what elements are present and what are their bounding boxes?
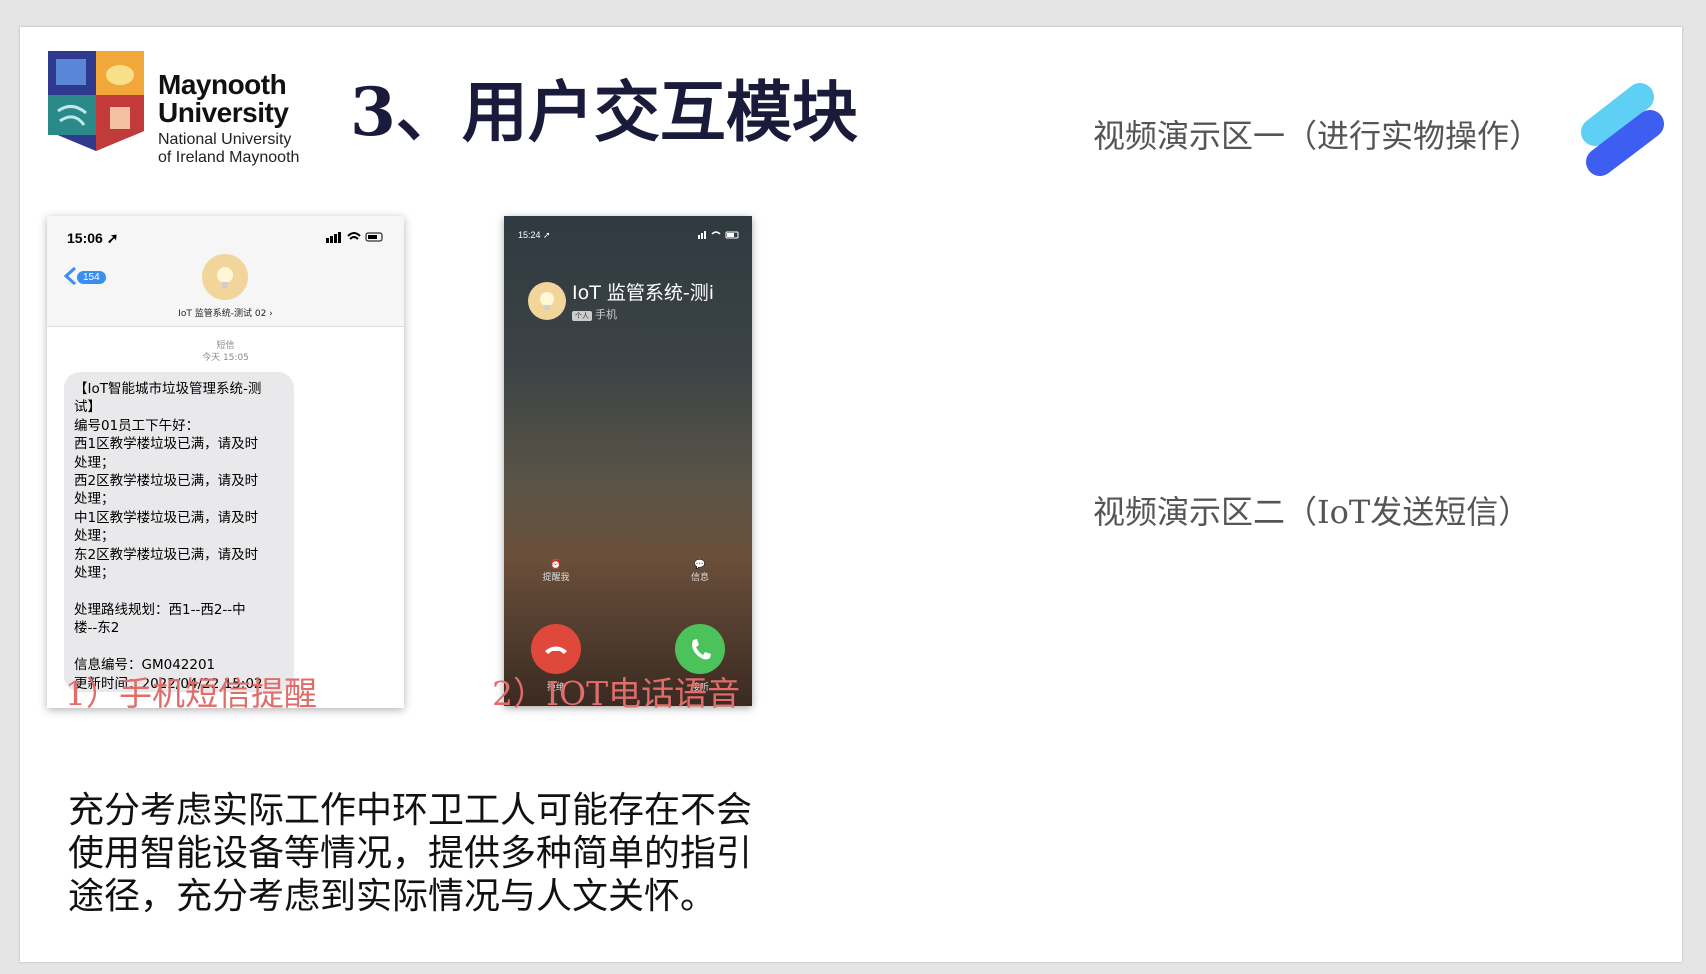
message-button[interactable]: 💬 信息 (670, 560, 730, 583)
sms-message-line: 东2区教学楼垃圾已满，请及时 (74, 546, 259, 563)
sms-message-line (74, 582, 284, 600)
sms-message-line: 处理； (74, 491, 115, 508)
remind-me-button[interactable]: ⏰ 提醒我 (526, 560, 586, 583)
caller-sub: 个人 手机 (572, 306, 617, 322)
page-title: 3、用户交互模块 (350, 73, 858, 151)
caption-iot-call: 2）IOT电话语音 (492, 674, 741, 713)
sms-message-line: 编号01员工下午好： (74, 417, 200, 434)
call-screenshot: 15:24 ➚ IoT 监管系统-测i 个人 手机 ⏰ 提醒我 💬 信息 拒绝 … (504, 216, 752, 706)
status-time: 15:06 ➚ (67, 230, 119, 246)
sms-message-line: 处理； (74, 528, 115, 545)
logo-sub-line1: National University (158, 131, 292, 148)
logo-sub-line2: of Ireland Maynooth (158, 149, 300, 166)
bulb-icon (217, 267, 233, 288)
status-time: 15:24 ➚ (518, 230, 551, 240)
chat-bubble-icon: 💬 (694, 560, 706, 570)
crest-icon (48, 51, 144, 151)
sms-message-line: 处理； (74, 565, 115, 582)
sms-message-line (74, 638, 284, 656)
caller-avatar (528, 282, 566, 320)
status-bar-icons (698, 231, 739, 239)
sms-message-line: 【IoT智能城市垃圾管理系统-测 (74, 381, 262, 397)
logo-name-line2: University (158, 97, 289, 128)
paragraph-line: 充分考虑实际工作中环卫工人可能存在不会 (68, 790, 753, 831)
back-chevron-icon[interactable] (63, 266, 77, 286)
paragraph-line: 途径，充分考虑到实际情况与人文关怀。 (68, 876, 717, 917)
sms-message-line: 西1区教学楼垃圾已满，请及时 (74, 436, 259, 453)
sms-message-line: 中1区教学楼垃圾已满，请及时 (74, 509, 259, 526)
caption-sms: 1）手机短信提醒 (65, 674, 317, 713)
sms-message-line: 处理路线规划：西1--西2--中 (74, 601, 246, 618)
university-logo: Maynooth University National University … (48, 51, 308, 166)
sms-message-line: 西2区教学楼垃圾已满，请及时 (74, 473, 259, 490)
status-bar-icons (326, 232, 383, 243)
caller-tag: 个人 (572, 311, 592, 321)
message-meta: 短信 今天 15:05 (202, 341, 249, 363)
sms-message-bubble: 【IoT智能城市垃圾管理系统-测 试】 编号01员工下午好： 西1区教学楼垃圾已满，请… (64, 372, 294, 692)
sms-message-line: 楼--东2 (74, 620, 120, 637)
description-paragraph: 充分考虑实际工作中环卫工人可能存在不会 使用智能设备等情况，提供多种简单的指引 途径… (68, 789, 808, 918)
video-label-two: 视频演示区二（IoT发送短信） (1093, 493, 1531, 531)
sms-message-line: 试】 (74, 399, 101, 416)
slide: Maynooth University National University … (20, 27, 1682, 962)
sms-message-line: 处理； (74, 454, 115, 471)
alarm-icon: ⏰ (550, 560, 562, 570)
contact-name[interactable]: IoT 监管系统-测试 02 › (47, 306, 404, 319)
sms-header: 15:06 ➚ 154 IoT 监管系统-测试 02 › (47, 216, 404, 327)
logo-name-line1: Maynooth (158, 69, 287, 100)
paragraph-line: 使用智能设备等情况，提供多种简单的指引 (68, 833, 753, 874)
video-label-one: 视频演示区一（进行实物操作） (1093, 117, 1542, 155)
contact-avatar (202, 254, 248, 300)
sms-screenshot: 15:06 ➚ 154 IoT 监管系统-测试 02 › 短信 今天 15:05… (47, 216, 404, 708)
bulb-icon (540, 292, 554, 310)
caller-name: IoT 监管系统-测i (572, 282, 715, 304)
decorative-stripes-icon (1581, 83, 1664, 176)
unread-badge: 154 (77, 271, 106, 284)
